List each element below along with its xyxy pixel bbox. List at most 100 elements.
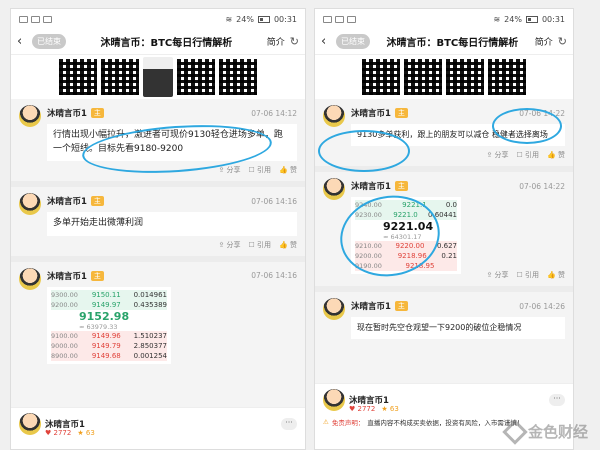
author-name: 沐晴言币1 (47, 109, 87, 119)
notification-icon (43, 15, 52, 23)
orderbook-row: 9300.00 9150.11 0.014961 (51, 289, 167, 300)
highlight-circle (492, 108, 562, 144)
last-price-cny: ≈ 63979.33 (79, 322, 118, 331)
message-time: 07-06 14:26 (519, 301, 565, 311)
author-name: 沐晴言币1 (47, 271, 87, 282)
wifi-icon: ≋ (225, 14, 233, 24)
intro-button[interactable]: 简介 (535, 35, 553, 48)
avatar[interactable] (323, 389, 345, 411)
host-badge: 主 (394, 301, 408, 311)
share-action[interactable]: ⇪ 分享 (218, 240, 240, 250)
qr-code (446, 59, 484, 95)
notification-icon (19, 15, 28, 23)
watermark-logo-icon (502, 418, 528, 445)
intro-button[interactable]: 简介 (267, 35, 285, 48)
like-action[interactable]: 👍 赞 (279, 240, 297, 250)
message-item: 沐晴言币1 主 07-06 14:26 现在暂时先空仓观望一下9200的破位企稳情况 (315, 292, 573, 339)
host-badge: 主 (90, 196, 104, 206)
like-count: ♥ 2772 (45, 429, 72, 437)
host-badge: 主 (394, 181, 408, 191)
avatar[interactable] (19, 413, 41, 435)
orderbook-row: 9100.00 9149.96 1.510237 (51, 330, 167, 341)
message-time: 07-06 14:16 (251, 196, 297, 206)
host-badge: 主 (394, 108, 408, 118)
avatar[interactable] (19, 105, 41, 127)
author-name: 沐晴言币1 (351, 109, 391, 119)
avatar[interactable] (323, 178, 345, 200)
live-header: ‹ 已结束 沐晴言币：BTC每日行情解析 简介 ↻ (315, 29, 573, 55)
more-icon[interactable]: ··· (281, 418, 297, 430)
message-time: 07-06 14:12 (251, 108, 297, 118)
screenshot-composite: ≋ 24% 00:31 ‹ 已结束 沐晴言币：BTC每日行情解析 简介 ↻ 沐晴言币… (0, 0, 600, 450)
disclaimer-label: 免责声明： (331, 419, 365, 427)
avatar[interactable] (19, 193, 41, 215)
host-footer: 沐晴言币1 ··· ♥ 2772 ★ 63 (11, 407, 305, 449)
orderbook-row: 8900.00 9149.68 0.001254 (51, 350, 167, 361)
avatar[interactable] (323, 298, 345, 320)
like-action[interactable]: 👍 赞 (547, 270, 565, 280)
author-name: 沐晴言币1 (47, 197, 87, 207)
qr-code (488, 59, 526, 95)
warning-icon: ⚠ (323, 418, 329, 426)
orderbook-screenshot[interactable]: 9300.00 9150.11 0.014961 9200.00 9149.97 0.4… (47, 286, 171, 364)
banner-image (315, 55, 573, 99)
clock: 00:31 (541, 14, 565, 24)
message-item: 沐晴言币1 主 07-06 14:16 9300.00 9150.11 0.014961… (11, 262, 305, 364)
page-title: 沐晴言币：BTC每日行情解析 (100, 38, 233, 49)
message-text: 现在暂时先空仓观望一下9200的破位企稳情况 (351, 317, 565, 339)
share-icon[interactable]: ↻ (290, 35, 299, 48)
live-header: ‹ 已结束 沐晴言币：BTC每日行情解析 简介 ↻ (11, 29, 305, 55)
favorite-count: ★ 63 (381, 405, 399, 413)
back-icon[interactable]: ‹ (321, 34, 331, 49)
battery-percent: 24% (504, 14, 522, 24)
back-icon[interactable]: ‹ (17, 34, 27, 49)
author-name: 沐晴言币1 (351, 302, 391, 312)
qr-code (59, 59, 97, 95)
quote-action[interactable]: ☐ 引用 (249, 165, 272, 175)
avatar[interactable] (19, 267, 41, 290)
left-phone-screen: ≋ 24% 00:31 ‹ 已结束 沐晴言币：BTC每日行情解析 简介 ↻ 沐晴言币… (10, 8, 306, 450)
qr-code (404, 59, 442, 95)
message-time: 07-06 14:16 (251, 271, 297, 280)
like-count: ♥ 2772 (349, 405, 376, 413)
qr-code (362, 59, 400, 95)
disclaimer-text: 直播内容不构成买卖依据，投资有风险，入市需谨慎！ (367, 419, 524, 427)
status-bar: ≋ 24% 00:31 (315, 9, 573, 29)
qr-code (177, 59, 215, 95)
notification-icon (31, 15, 40, 23)
notification-icon (347, 15, 356, 23)
message-text: 多单开始走出微薄利润 (47, 212, 297, 236)
share-action[interactable]: ⇪ 分享 (486, 150, 508, 160)
highlight-circle (318, 130, 410, 172)
notification-icon (335, 15, 344, 23)
battery-percent: 24% (236, 14, 254, 24)
author-name: 沐晴言币1 (351, 182, 391, 192)
host-badge: 主 (90, 108, 104, 118)
host-badge: 主 (90, 270, 104, 281)
orderbook-row: 9200.00 9149.97 0.435389 (51, 299, 167, 310)
clock: 00:31 (273, 14, 297, 24)
share-icon[interactable]: ↻ (558, 35, 567, 48)
more-icon[interactable]: ··· (549, 394, 565, 406)
status-bar: ≋ 24% 00:31 (11, 9, 305, 29)
wifi-icon: ≋ (493, 14, 501, 24)
share-action[interactable]: ⇪ 分享 (486, 270, 508, 280)
like-action[interactable]: 👍 赞 (279, 165, 297, 175)
qr-code (101, 59, 139, 95)
site-watermark: 金色财经 (502, 418, 588, 445)
qr-code (219, 59, 257, 95)
share-action[interactable]: ⇪ 分享 (218, 165, 240, 175)
ended-badge: 已结束 (336, 34, 370, 49)
banner-image (11, 55, 305, 99)
page-title: 沐晴言币：BTC每日行情解析 (386, 38, 519, 49)
message-item: 沐晴言币1 主 07-06 14:16 多单开始走出微薄利润 ⇪ 分享 ☐ 引用 👍 赞 (11, 187, 305, 252)
avatar[interactable] (323, 105, 345, 127)
host-photo (143, 57, 173, 97)
notification-icon (323, 15, 332, 23)
orderbook-row: 9000.00 9149.79 2.850377 (51, 340, 167, 351)
quote-action[interactable]: ☐ 引用 (517, 270, 540, 280)
quote-action[interactable]: ☐ 引用 (249, 240, 272, 250)
quote-action[interactable]: ☐ 引用 (517, 150, 540, 160)
last-price: 9152.98 (79, 309, 130, 323)
like-action[interactable]: 👍 赞 (547, 150, 565, 160)
